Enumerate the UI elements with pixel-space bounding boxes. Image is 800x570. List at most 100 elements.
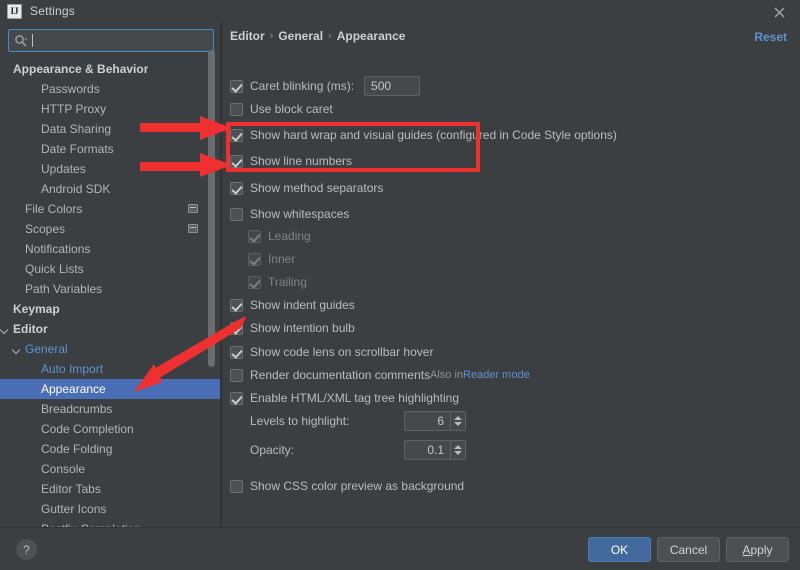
sidebar-item-data-sharing[interactable]: Data Sharing bbox=[0, 119, 220, 139]
sidebar-scrollbar-thumb[interactable] bbox=[208, 50, 215, 367]
checkbox-show-css-color-preview[interactable] bbox=[230, 479, 243, 493]
sidebar-item-postfix-completion[interactable]: Postfix Completion bbox=[0, 519, 220, 527]
sidebar-item-code-folding[interactable]: Code Folding bbox=[0, 439, 220, 459]
sidebar-item-appearance[interactable]: Appearance bbox=[0, 379, 220, 399]
checkbox-render-doc-comments[interactable] bbox=[230, 368, 243, 382]
sidebar-item-appearance-behavior[interactable]: Appearance & Behavior bbox=[0, 59, 220, 79]
spinner-opacity[interactable]: 0.1 bbox=[404, 440, 466, 460]
chevron-up-icon[interactable] bbox=[454, 445, 462, 449]
sidebar-item-file-colors[interactable]: File Colors bbox=[0, 199, 220, 219]
sidebar-item-label: Quick Lists bbox=[25, 262, 84, 276]
checkbox-use-block-caret[interactable] bbox=[230, 102, 243, 116]
label-caret-blinking[interactable]: Caret blinking (ms): bbox=[250, 79, 354, 93]
checkbox-show-method-separators[interactable] bbox=[230, 181, 243, 195]
chevron-down-icon[interactable] bbox=[12, 344, 23, 355]
checkbox-enable-tag-highlighting[interactable] bbox=[230, 391, 243, 405]
sidebar-item-gutter-icons[interactable]: Gutter Icons bbox=[0, 499, 220, 519]
sidebar-item-editor-tabs[interactable]: Editor Tabs bbox=[0, 479, 220, 499]
sidebar-item-general[interactable]: General bbox=[0, 339, 220, 359]
label-show-code-lens[interactable]: Show code lens on scrollbar hover bbox=[250, 345, 433, 359]
option-row-whitespace-leading: Leading bbox=[248, 229, 311, 243]
sidebar-item-path-variables[interactable]: Path Variables bbox=[0, 279, 220, 299]
checkbox-show-intention-bulb[interactable] bbox=[230, 321, 243, 335]
sidebar-item-auto-import[interactable]: Auto Import bbox=[0, 359, 220, 379]
settings-content: Editor › General › Appearance Reset Caret bl… bbox=[222, 22, 800, 527]
reset-link[interactable]: Reset bbox=[754, 30, 787, 44]
search-field[interactable] bbox=[8, 29, 214, 52]
sidebar-item-date-formats[interactable]: Date Formats bbox=[0, 139, 220, 159]
sidebar-item-keymap[interactable]: Keymap bbox=[0, 299, 220, 319]
sidebar-item-http-proxy[interactable]: HTTP Proxy bbox=[0, 99, 220, 119]
sidebar-item-android-sdk[interactable]: Android SDK bbox=[0, 179, 220, 199]
checkbox-show-indent-guides[interactable] bbox=[230, 298, 243, 312]
label-show-hard-wrap[interactable]: Show hard wrap and visual guides (config… bbox=[250, 128, 617, 142]
checkbox-show-whitespaces[interactable] bbox=[230, 207, 243, 221]
option-row-use-block-caret: Use block caret bbox=[230, 102, 333, 116]
label-show-method-separators[interactable]: Show method separators bbox=[250, 181, 383, 195]
sidebar-item-console[interactable]: Console bbox=[0, 459, 220, 479]
label-show-indent-guides[interactable]: Show indent guides bbox=[250, 298, 355, 312]
intellij-idea-icon: IJ bbox=[7, 3, 22, 19]
label-render-doc-comments[interactable]: Render documentation comments bbox=[250, 368, 430, 382]
option-row-enable-tag-highlighting: Enable HTML/XML tag tree highlighting bbox=[230, 391, 459, 405]
checkbox-show-hard-wrap[interactable] bbox=[230, 128, 243, 142]
close-icon[interactable] bbox=[770, 3, 788, 21]
sidebar-item-label: Code Folding bbox=[41, 442, 113, 456]
breadcrumb-part[interactable]: Appearance bbox=[337, 29, 406, 43]
sidebar-item-label: Passwords bbox=[41, 82, 100, 96]
chevron-down-icon[interactable] bbox=[454, 422, 462, 426]
checkbox-caret-blinking[interactable] bbox=[230, 79, 243, 93]
label-show-line-numbers[interactable]: Show line numbers bbox=[250, 154, 352, 168]
input-caret-blinking[interactable]: 500 bbox=[364, 76, 421, 96]
label-use-block-caret[interactable]: Use block caret bbox=[250, 102, 333, 116]
sidebar-item-quick-lists[interactable]: Quick Lists bbox=[0, 259, 220, 279]
spinner-buttons-levels-to-highlight[interactable] bbox=[450, 412, 465, 430]
sidebar-item-label: Breadcrumbs bbox=[41, 402, 113, 416]
spinner-buttons-opacity[interactable] bbox=[450, 441, 465, 459]
sidebar-item-breadcrumbs[interactable]: Breadcrumbs bbox=[0, 399, 220, 419]
checkbox-show-code-lens[interactable] bbox=[230, 345, 243, 359]
breadcrumb-part[interactable]: General bbox=[278, 29, 323, 43]
chevron-down-icon[interactable] bbox=[454, 451, 462, 455]
label-show-css-color-preview[interactable]: Show CSS color preview as background bbox=[250, 479, 464, 493]
reader-mode-link[interactable]: Reader mode bbox=[463, 369, 530, 381]
checkbox-whitespace-leading bbox=[248, 229, 261, 243]
sidebar-item-label: General bbox=[25, 342, 68, 356]
label-show-whitespaces[interactable]: Show whitespaces bbox=[250, 207, 349, 221]
spinner-levels-to-highlight[interactable]: 6 bbox=[404, 411, 466, 431]
hint-prefix: Also in bbox=[430, 369, 464, 381]
search-input[interactable] bbox=[33, 31, 213, 50]
label-enable-tag-highlighting[interactable]: Enable HTML/XML tag tree highlighting bbox=[250, 391, 459, 405]
sidebar-item-code-completion[interactable]: Code Completion bbox=[0, 419, 220, 439]
help-icon[interactable]: ? bbox=[16, 539, 37, 560]
sidebar-item-editor[interactable]: Editor bbox=[0, 319, 220, 339]
label-show-intention-bulb[interactable]: Show intention bulb bbox=[250, 321, 355, 335]
sidebar-scrollbar[interactable] bbox=[208, 22, 215, 490]
settings-tree[interactable]: Appearance & Behavior Passwords HTTP Proxy… bbox=[0, 59, 220, 527]
sidebar-item-updates[interactable]: Updates bbox=[0, 159, 220, 179]
sidebar-item-scopes[interactable]: Scopes bbox=[0, 219, 220, 239]
apply-label-rest: pply bbox=[750, 542, 773, 557]
apply-button[interactable]: Apply bbox=[726, 537, 789, 562]
ok-button[interactable]: OK bbox=[588, 537, 651, 562]
sidebar-item-label: Auto Import bbox=[41, 362, 104, 376]
chevron-up-icon[interactable] bbox=[454, 416, 462, 420]
chevron-down-icon[interactable] bbox=[0, 324, 11, 335]
settings-dialog: IJ Settings Appearance & Behavior Passwor… bbox=[0, 0, 800, 570]
breadcrumb-part[interactable]: Editor bbox=[230, 29, 265, 43]
cancel-button[interactable]: Cancel bbox=[657, 537, 720, 562]
option-row-show-css-color-preview: Show CSS color preview as background bbox=[230, 479, 464, 493]
sidebar-item-passwords[interactable]: Passwords bbox=[0, 79, 220, 99]
settings-badge-icon[interactable] bbox=[188, 224, 198, 233]
settings-badge-icon[interactable] bbox=[188, 204, 198, 213]
sidebar-item-notifications[interactable]: Notifications bbox=[0, 239, 220, 259]
sidebar-item-label: Updates bbox=[41, 162, 86, 176]
checkbox-show-line-numbers[interactable] bbox=[230, 154, 243, 168]
